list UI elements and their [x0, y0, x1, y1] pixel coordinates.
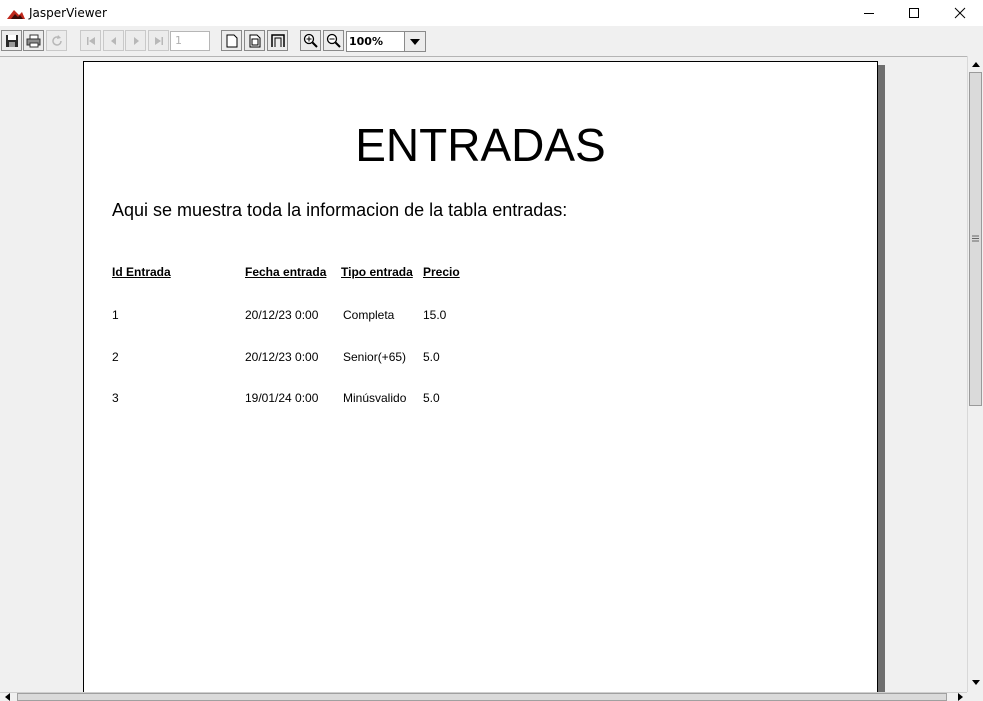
cell-tipo: Completa [343, 308, 395, 322]
vertical-scroll-thumb[interactable] [969, 72, 982, 406]
cell-id: 1 [112, 308, 119, 322]
actual-size-icon [226, 34, 237, 47]
report-viewport[interactable]: ENTRADAS Aqui se muestra toda la informa… [0, 56, 967, 692]
print-button[interactable] [23, 30, 44, 51]
report-subtitle: Aqui se muestra toda la informacion de l… [112, 200, 568, 220]
fit-page-button[interactable] [244, 30, 265, 51]
column-header-id: Id Entrada [112, 265, 171, 279]
print-icon [26, 34, 41, 47]
report-title: ENTRADAS [355, 119, 606, 171]
save-button[interactable] [1, 30, 22, 51]
horizontal-scroll-thumb[interactable] [17, 693, 947, 701]
zoom-value: 100% [349, 35, 383, 48]
column-header-precio: Precio [423, 265, 460, 279]
reload-button[interactable] [46, 30, 67, 51]
zoom-in-icon [303, 33, 318, 48]
close-icon [954, 7, 966, 19]
grip-icon [972, 235, 979, 242]
close-button[interactable] [937, 0, 983, 26]
save-icon [5, 34, 18, 47]
fit-page-icon [249, 34, 260, 47]
previous-page-button[interactable] [103, 30, 124, 51]
column-header-fecha: Fecha entrada [245, 265, 327, 279]
cell-tipo: Minúsvalido [343, 391, 407, 405]
minimize-icon [864, 13, 874, 14]
cell-precio: 5.0 [423, 391, 440, 405]
last-page-icon [154, 36, 163, 45]
last-page-button[interactable] [148, 30, 169, 51]
cell-precio: 15.0 [423, 308, 447, 322]
scroll-corner [967, 692, 983, 701]
fit-width-icon [270, 33, 285, 47]
next-page-button[interactable] [125, 30, 146, 51]
minimize-button[interactable] [846, 0, 892, 26]
scroll-up-icon[interactable] [968, 57, 983, 71]
page-number-input[interactable]: 1 [170, 31, 210, 51]
scroll-down-icon[interactable] [968, 676, 983, 690]
column-header-tipo: Tipo entrada [341, 265, 413, 279]
fit-width-button[interactable] [267, 30, 288, 51]
zoom-dropdown-button[interactable] [404, 32, 425, 51]
window-title: JasperViewer [29, 6, 107, 20]
first-page-icon [86, 36, 95, 45]
zoom-out-icon [326, 33, 341, 48]
cell-id: 3 [112, 391, 119, 405]
maximize-icon [909, 8, 919, 18]
cell-fecha: 20/12/23 0:00 [245, 350, 319, 364]
title-bar: JasperViewer [0, 0, 983, 26]
first-page-button[interactable] [80, 30, 101, 51]
cell-fecha: 20/12/23 0:00 [245, 308, 319, 322]
actual-size-button[interactable] [221, 30, 242, 51]
cell-tipo: Senior(+65) [343, 350, 407, 364]
scroll-left-icon[interactable] [3, 693, 13, 701]
toolbar: 1 100% [0, 26, 983, 57]
horizontal-scrollbar[interactable] [0, 692, 967, 701]
cell-precio: 5.0 [423, 350, 440, 364]
maximize-button[interactable] [891, 0, 937, 26]
scroll-right-icon[interactable] [955, 693, 965, 701]
chevron-down-icon [410, 38, 420, 45]
zoom-out-button[interactable] [323, 30, 344, 51]
cell-id: 2 [112, 350, 119, 364]
next-page-icon [133, 36, 139, 45]
reload-icon [51, 34, 62, 46]
report-page: ENTRADAS Aqui se muestra toda la informa… [83, 61, 878, 692]
vertical-scrollbar[interactable] [967, 56, 983, 692]
previous-page-icon [110, 36, 116, 45]
cell-fecha: 19/01/24 0:00 [245, 391, 319, 405]
zoom-select[interactable]: 100% [346, 31, 426, 52]
zoom-in-button[interactable] [300, 30, 321, 51]
jasper-logo-icon [7, 7, 25, 19]
